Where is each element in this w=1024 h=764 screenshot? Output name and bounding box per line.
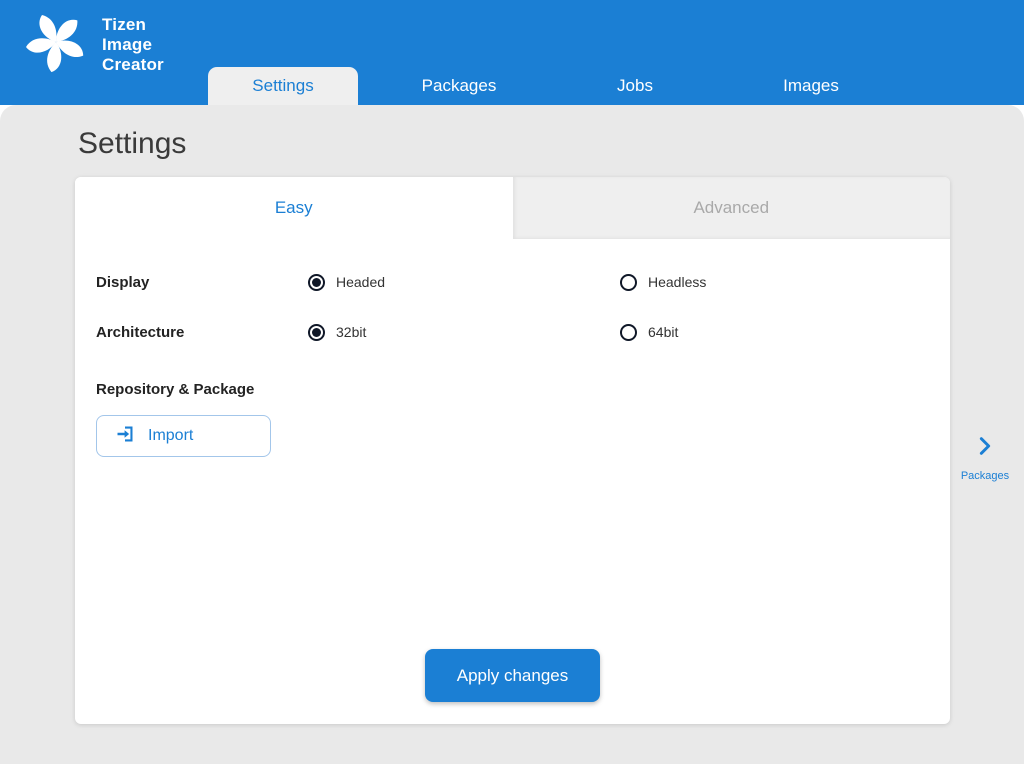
radio-label: 32bit [336,324,366,340]
radio-label: Headless [648,274,706,290]
nav-tab-label: Settings [252,76,313,96]
display-row: Display Headed Headless [96,257,950,307]
settings-mode-tabs: Easy Advanced [75,177,950,239]
tizen-pinwheel-icon [24,10,88,79]
main-nav: Settings Packages Jobs Images [195,67,899,105]
apply-area: Apply changes [75,649,950,702]
tab-easy[interactable]: Easy [75,177,513,239]
apply-changes-button[interactable]: Apply changes [425,649,600,702]
architecture-row: Architecture 32bit 64bit [96,307,950,357]
page-title: Settings [78,127,1024,161]
radio-label: Headed [336,274,385,290]
nav-tab-jobs[interactable]: Jobs [547,67,723,105]
app-title-line: Tizen [102,15,164,35]
app-title-line: Image [102,35,164,55]
repository-package-label: Repository & Package [96,381,950,398]
app-title: Tizen Image Creator [102,15,164,75]
radio-64bit[interactable]: 64bit [620,324,950,341]
radio-unselected-icon [620,324,637,341]
radio-unselected-icon [620,274,637,291]
architecture-label: Architecture [96,324,308,341]
tab-advanced[interactable]: Advanced [513,177,951,239]
nav-tab-settings[interactable]: Settings [208,67,358,105]
radio-label: 64bit [648,324,678,340]
radio-headless[interactable]: Headless [620,274,950,291]
nav-tab-label: Packages [422,76,497,96]
import-button-label: Import [148,427,193,445]
app-header: Tizen Image Creator Settings Packages Jo… [0,0,1024,105]
settings-form: Display Headed Headless Architecture 32b… [75,239,950,457]
main-content: Settings Easy Advanced Display Headed He… [0,105,1024,764]
chevron-right-icon [974,444,996,461]
settings-card: Easy Advanced Display Headed Headless Ar… [75,177,950,724]
import-icon [115,424,135,449]
app-logo[interactable]: Tizen Image Creator [24,10,164,79]
radio-32bit[interactable]: 32bit [308,324,620,341]
nav-tab-label: Jobs [617,76,653,96]
next-page-nav-packages[interactable]: Packages [954,435,1016,482]
app-title-line: Creator [102,55,164,75]
nav-tab-label: Images [783,76,839,96]
radio-selected-icon [308,324,325,341]
nav-tab-packages[interactable]: Packages [371,67,547,105]
nav-tab-images[interactable]: Images [723,67,899,105]
radio-headed[interactable]: Headed [308,274,620,291]
next-page-label: Packages [954,470,1016,482]
import-button[interactable]: Import [96,415,271,457]
radio-selected-icon [308,274,325,291]
display-label: Display [96,274,308,291]
